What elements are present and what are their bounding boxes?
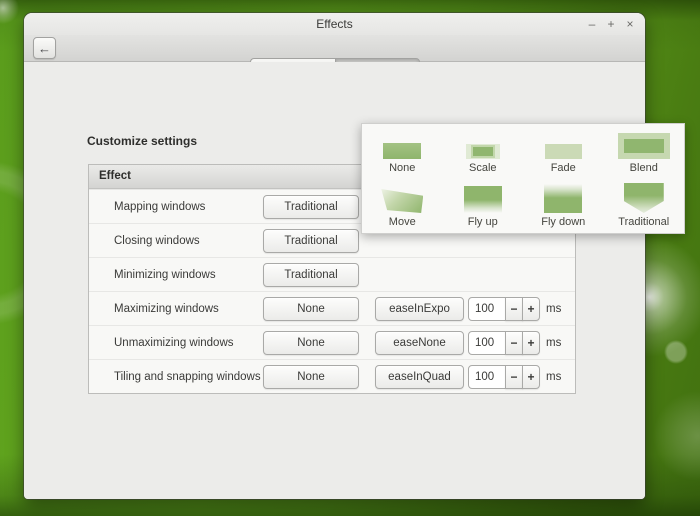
- effect-option-fly-up[interactable]: Fly up: [443, 179, 524, 234]
- effect-blend-icon: [618, 133, 670, 159]
- unit-label: ms: [546, 303, 561, 315]
- desktop-background: Effects – + × ← Enable effects Customize…: [0, 0, 700, 516]
- effect-select-button[interactable]: None: [263, 331, 359, 355]
- easing-select-button[interactable]: easeInQuad: [375, 365, 464, 389]
- header-bar: ← Enable effects Customize: [24, 35, 645, 62]
- effect-option-move[interactable]: Move: [362, 179, 443, 234]
- duration-input[interactable]: [468, 365, 506, 389]
- decrement-icon[interactable]: −: [505, 331, 523, 355]
- effect-option-none[interactable]: None: [362, 124, 443, 179]
- effect-option-blend[interactable]: Blend: [604, 124, 685, 179]
- window-controls: – + ×: [587, 13, 635, 35]
- duration-input[interactable]: [468, 331, 506, 355]
- effect-option-label: Fly down: [541, 216, 585, 228]
- unit-label: ms: [546, 337, 561, 349]
- duration-spinbox: − +: [468, 297, 540, 321]
- effect-fly-up-icon: [464, 186, 502, 213]
- effect-select-button[interactable]: Traditional: [263, 195, 359, 219]
- duration-spinbox: − +: [468, 365, 540, 389]
- row-unmaximizing-windows: Unmaximizing windows None easeNone − + m…: [89, 325, 575, 359]
- effect-fly-down-icon: [544, 184, 582, 213]
- row-tiling-snapping-windows: Tiling and snapping windows None easeInQ…: [89, 359, 575, 393]
- row-label: Tiling and snapping windows: [114, 371, 261, 383]
- increment-icon[interactable]: +: [522, 297, 540, 321]
- effect-select-button[interactable]: Traditional: [263, 229, 359, 253]
- increment-icon[interactable]: +: [522, 365, 540, 389]
- unit-label: ms: [546, 371, 561, 383]
- duration-input[interactable]: [468, 297, 506, 321]
- easing-select-button[interactable]: easeNone: [375, 331, 464, 355]
- row-label: Unmaximizing windows: [114, 337, 234, 349]
- effect-option-label: Scale: [469, 162, 497, 174]
- effect-none-icon: [383, 143, 421, 159]
- row-label: Maximizing windows: [114, 303, 219, 315]
- maximize-icon[interactable]: +: [606, 13, 616, 35]
- row-label: Closing windows: [114, 235, 200, 247]
- effect-option-label: Traditional: [618, 216, 669, 228]
- effect-option-label: Blend: [630, 162, 658, 174]
- effect-option-label: Move: [389, 216, 416, 228]
- decrement-icon[interactable]: −: [505, 297, 523, 321]
- close-icon[interactable]: ×: [625, 13, 635, 35]
- row-minimizing-windows: Minimizing windows Traditional: [89, 257, 575, 291]
- decrement-icon[interactable]: −: [505, 365, 523, 389]
- effect-move-icon: [381, 189, 423, 213]
- effects-window: Effects – + × ← Enable effects Customize…: [24, 13, 645, 499]
- row-label: Mapping windows: [114, 201, 205, 213]
- effect-select-button[interactable]: None: [263, 365, 359, 389]
- effect-option-label: None: [389, 162, 415, 174]
- effect-option-traditional[interactable]: Traditional: [604, 179, 685, 234]
- effect-option-label: Fly up: [468, 216, 498, 228]
- row-label: Minimizing windows: [114, 269, 216, 281]
- easing-select-button[interactable]: easeInExpo: [375, 297, 464, 321]
- back-button[interactable]: ←: [33, 37, 56, 59]
- effect-options-popup: None Scale Fade Blend Move Fly up Fly do…: [361, 123, 685, 234]
- effect-option-fly-down[interactable]: Fly down: [523, 179, 604, 234]
- duration-spinbox: − +: [468, 331, 540, 355]
- effect-option-fade[interactable]: Fade: [523, 124, 604, 179]
- row-maximizing-windows: Maximizing windows None easeInExpo − + m…: [89, 291, 575, 325]
- effect-select-button[interactable]: None: [263, 297, 359, 321]
- effect-select-button[interactable]: Traditional: [263, 263, 359, 287]
- increment-icon[interactable]: +: [522, 331, 540, 355]
- titlebar[interactable]: Effects – + ×: [24, 13, 645, 35]
- window-title: Effects: [24, 13, 645, 35]
- effect-scale-icon: [466, 144, 500, 159]
- effect-option-label: Fade: [551, 162, 576, 174]
- effect-fade-icon: [545, 144, 582, 159]
- effect-traditional-icon: [624, 183, 664, 213]
- minimize-icon[interactable]: –: [587, 13, 597, 35]
- back-arrow-icon: ←: [38, 41, 51, 56]
- customize-settings-label: Customize settings: [87, 133, 197, 150]
- effect-option-scale[interactable]: Scale: [443, 124, 524, 179]
